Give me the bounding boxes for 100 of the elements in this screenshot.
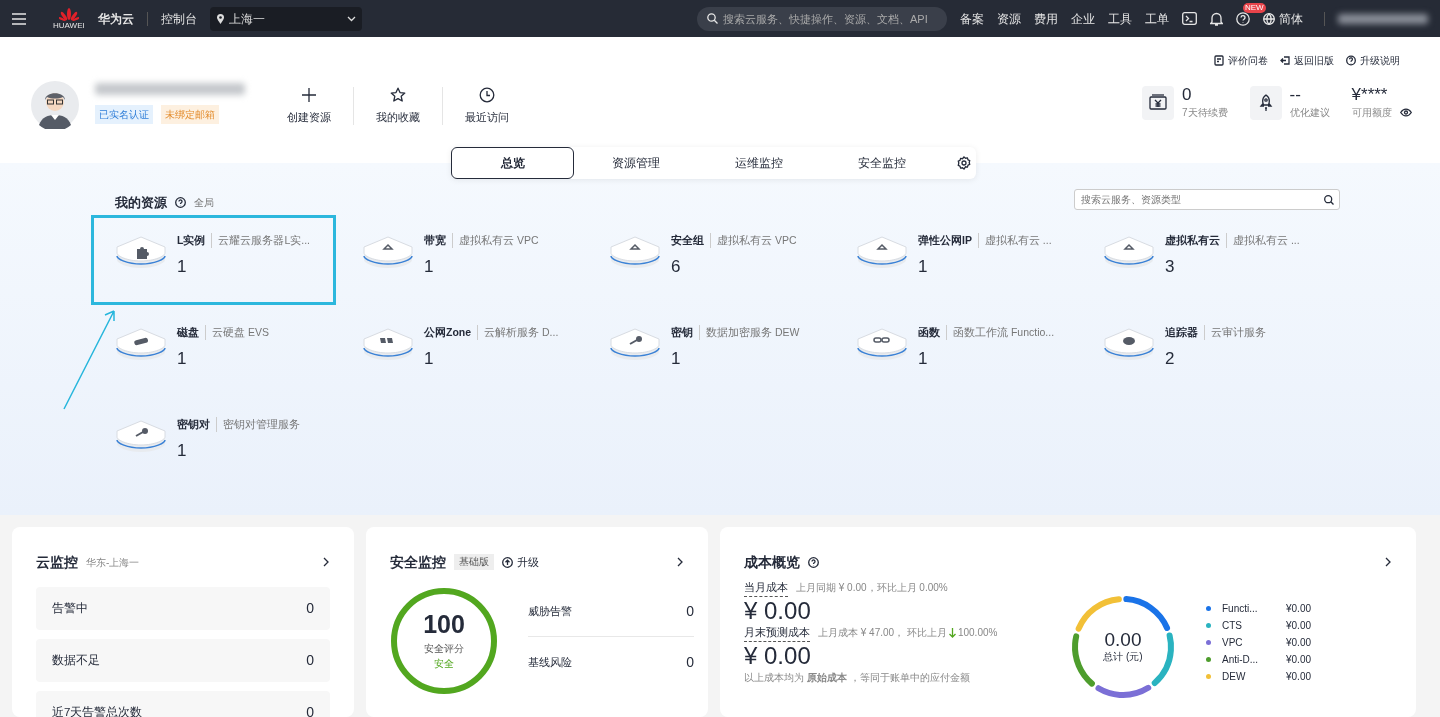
survey-icon bbox=[1214, 55, 1224, 66]
help-icon[interactable] bbox=[1236, 11, 1250, 26]
resource-count: 2 bbox=[1165, 348, 1176, 371]
legend-value: ¥0.00 bbox=[1286, 669, 1312, 684]
resource-item[interactable]: 密钥 数据加密服务 DEW 1 bbox=[585, 306, 830, 397]
resource-service: 虚拟私有云 VPC bbox=[710, 232, 797, 249]
cost-note: 以上成本均为 原始成本 ，等同于账单中的应付金额 bbox=[744, 671, 971, 686]
header-link[interactable]: 返回旧版 bbox=[1280, 53, 1334, 68]
resource-service: 函数工作流 Functio... bbox=[946, 324, 1055, 341]
resource-item[interactable]: 公网Zone 云解析服务 D... 1 bbox=[338, 306, 583, 397]
globe-icon bbox=[1263, 12, 1275, 25]
logo[interactable]: HUAWEI bbox=[53, 7, 85, 30]
risk-row[interactable]: 基线风险 0 bbox=[528, 637, 694, 687]
chevron-right-icon[interactable] bbox=[1385, 557, 1392, 567]
stat-value: 0 bbox=[1182, 86, 1193, 105]
chevron-right-icon[interactable] bbox=[677, 557, 684, 567]
resource-name: 追踪器 bbox=[1165, 324, 1198, 340]
resource-service: 云耀云服务器L实... bbox=[211, 232, 310, 249]
up-circle-icon bbox=[502, 556, 513, 568]
tab[interactable]: 安全监控 bbox=[820, 147, 943, 179]
search-icon bbox=[1324, 195, 1334, 205]
resource-item[interactable]: 磁盘 云硬盘 EVS 1 bbox=[91, 306, 336, 397]
nav-link[interactable]: 备案 bbox=[960, 9, 984, 28]
nav-link[interactable]: 工具 bbox=[1108, 9, 1132, 28]
nav-link[interactable]: 企业 bbox=[1071, 9, 1095, 28]
bell-icon[interactable] bbox=[1210, 11, 1223, 26]
metric-row[interactable]: 数据不足 0 bbox=[36, 639, 330, 682]
legend-name: CTS bbox=[1222, 618, 1243, 633]
section-title: 我的资源 bbox=[115, 194, 167, 212]
nav-link[interactable]: 费用 bbox=[1034, 9, 1058, 28]
metric-row[interactable]: 近7天告警总次数 0 bbox=[36, 691, 330, 717]
resource-service: 虚拟私有云 VPC bbox=[452, 232, 539, 249]
resource-count: 1 bbox=[177, 348, 188, 371]
region-label: 华东-上海一 bbox=[86, 555, 140, 570]
resource-item[interactable]: 安全组 虚拟私有云 VPC 6 bbox=[585, 214, 830, 305]
resource-item[interactable]: 弹性公网IP 虚拟私有云 ... 1 bbox=[832, 214, 1077, 305]
nav-link[interactable]: 资源 bbox=[997, 9, 1021, 28]
quick-action-button[interactable]: 创建资源 bbox=[265, 87, 353, 126]
resource-name: 公网Zone bbox=[424, 324, 472, 340]
language-link[interactable]: 简体 bbox=[1263, 9, 1303, 28]
tab[interactable]: 资源管理 bbox=[574, 147, 697, 179]
brand-name: 华为云 bbox=[97, 10, 134, 28]
cost-comparison: 上月成本 ¥ 47.00， 环比上月 bbox=[818, 626, 947, 641]
quick-action-button[interactable]: 我的收藏 bbox=[354, 87, 442, 126]
header-link[interactable]: 评价问卷 bbox=[1214, 53, 1268, 68]
star-icon bbox=[390, 87, 406, 103]
help-icon bbox=[1346, 55, 1356, 66]
total-label: 总计 (元) bbox=[1103, 650, 1143, 664]
resource-item[interactable]: L实例 云耀云服务器L实... 1 bbox=[91, 214, 336, 305]
resource-item[interactable]: 密钥对 密钥对管理服务 1 bbox=[91, 398, 336, 489]
edition-tag: 基础版 bbox=[454, 553, 494, 571]
cost-change: 100.00% bbox=[957, 626, 998, 641]
upgrade-link[interactable]: 升级 bbox=[502, 553, 539, 571]
back-icon bbox=[1280, 55, 1290, 66]
console-link[interactable]: 控制台 bbox=[160, 9, 197, 28]
resource-service: 云审计服务 bbox=[1204, 324, 1266, 341]
resource-name: 带宽 bbox=[424, 232, 446, 248]
terminal-icon[interactable] bbox=[1182, 12, 1197, 25]
stat-label: 优化建议 bbox=[1289, 105, 1330, 120]
cost-label: 当月成本 bbox=[744, 579, 788, 597]
resource-name: 安全组 bbox=[671, 232, 704, 248]
legend-name: DEW bbox=[1222, 669, 1247, 684]
search-field[interactable]: 搜索云服务、快捷操作、资源、文档、API bbox=[697, 6, 947, 31]
resource-count: 6 bbox=[671, 256, 682, 279]
resource-item[interactable]: 追踪器 云审计服务 2 bbox=[1079, 306, 1324, 397]
resource-search-field[interactable]: 搜索云服务、资源类型 bbox=[1074, 189, 1340, 210]
pin-icon bbox=[215, 12, 225, 25]
resource-name: 虚拟私有云 bbox=[1165, 232, 1220, 248]
avatar-icon bbox=[31, 81, 79, 129]
resource-name: 密钥 bbox=[671, 324, 693, 340]
resource-name: 密钥对 bbox=[177, 416, 210, 432]
resource-name: 磁盘 bbox=[177, 324, 199, 340]
resource-item[interactable]: 虚拟私有云 虚拟私有云 ... 3 bbox=[1079, 214, 1324, 305]
flower-icon bbox=[58, 7, 79, 22]
stat-label: 可用额度 bbox=[1351, 105, 1392, 120]
plus-icon bbox=[301, 87, 317, 103]
card-title: 云监控 bbox=[36, 552, 78, 572]
legend-value: ¥0.00 bbox=[1286, 618, 1312, 633]
quick-action-button[interactable]: 最近访问 bbox=[443, 87, 531, 126]
resource-count: 3 bbox=[1165, 256, 1176, 279]
resource-service: 密钥对管理服务 bbox=[216, 416, 300, 433]
resource-service: 云硬盘 EVS bbox=[205, 324, 269, 341]
header-link[interactable]: 升级说明 bbox=[1346, 53, 1400, 68]
resource-name: 弹性公网IP bbox=[918, 232, 972, 248]
resource-count: 1 bbox=[918, 256, 929, 279]
menu-icon[interactable] bbox=[12, 12, 26, 25]
settings-icon[interactable] bbox=[957, 156, 971, 170]
eye-icon[interactable] bbox=[1399, 107, 1412, 117]
resource-item[interactable]: 函数 函数工作流 Functio... 1 bbox=[832, 306, 1077, 397]
metric-row[interactable]: 告警中 0 bbox=[36, 587, 330, 630]
nav-link[interactable]: 工单 bbox=[1145, 9, 1169, 28]
resource-item[interactable]: 带宽 虚拟私有云 VPC 1 bbox=[338, 214, 583, 305]
stat-label: 7天待续费 bbox=[1182, 105, 1228, 120]
resource-count: 1 bbox=[671, 348, 682, 371]
chevron-right-icon[interactable] bbox=[323, 557, 330, 567]
resource-service: 虚拟私有云 ... bbox=[1226, 232, 1300, 249]
tab[interactable]: 运维监控 bbox=[697, 147, 820, 179]
risk-row[interactable]: 威胁告警 0 bbox=[528, 587, 694, 637]
help-icon bbox=[175, 197, 186, 209]
region-select[interactable]: 上海一 bbox=[209, 6, 362, 31]
